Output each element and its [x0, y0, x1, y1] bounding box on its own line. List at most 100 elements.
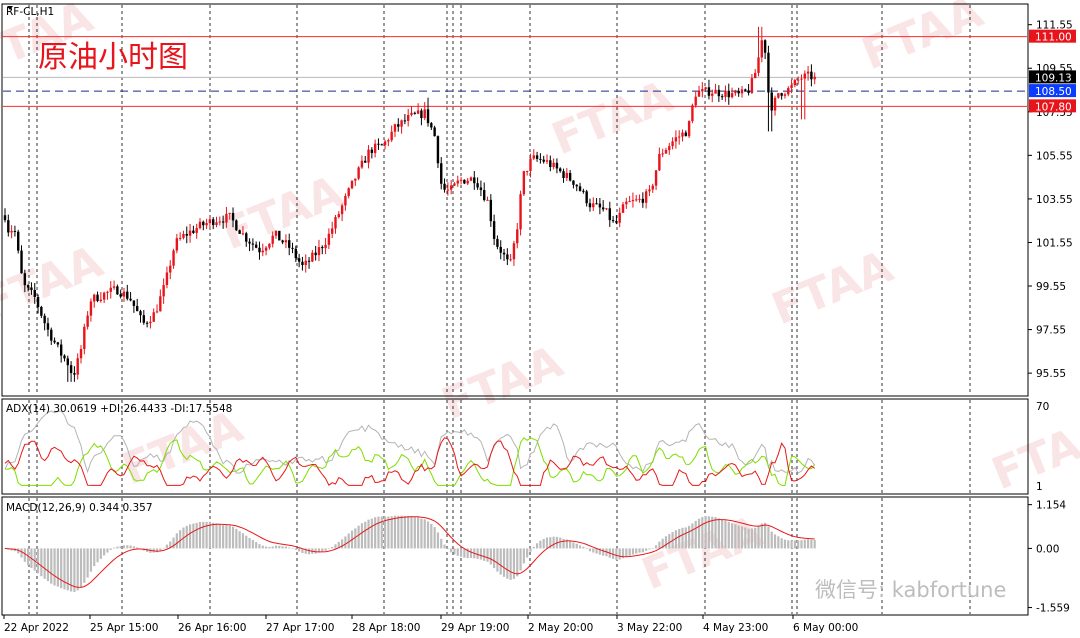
candle-bear — [294, 248, 298, 259]
macd-bar — [162, 547, 165, 549]
candle-bear — [314, 252, 317, 256]
macd-bar — [625, 548, 628, 557]
candle-bear — [142, 315, 146, 323]
macd-bar — [631, 548, 635, 555]
macd-tick-label: -1.559 — [1036, 603, 1070, 615]
macd-bar — [641, 548, 644, 553]
macd-bar — [344, 536, 347, 549]
candle-bear — [559, 168, 562, 172]
candle-bear — [727, 90, 730, 98]
candle-bull — [674, 137, 678, 142]
macd-bar — [499, 548, 502, 575]
price-chart[interactable]: FTAAFTAAFTAAFTAAFTAAFTAAFTAAFTAAFTAA FTAA… — [0, 0, 1080, 638]
macd-bar — [50, 548, 53, 584]
candle-bull — [406, 114, 410, 121]
candle-bear — [238, 230, 241, 234]
candle-bull — [701, 89, 704, 92]
candle-bear — [132, 300, 136, 306]
macd-bar — [165, 544, 169, 549]
candle-bull — [284, 240, 288, 243]
candle-bear — [3, 215, 7, 221]
candle-bull — [512, 243, 516, 260]
candle-bull — [387, 140, 390, 142]
symbol-label: RF-CL,H1 — [6, 6, 54, 18]
macd-bar — [562, 538, 565, 549]
candle-bear — [26, 285, 30, 288]
macd-bar — [340, 539, 344, 549]
candle-bear — [575, 184, 578, 187]
candle-bull — [687, 121, 691, 137]
candle-bear — [13, 230, 17, 232]
candle-bull — [760, 40, 764, 58]
macd-bar — [519, 548, 522, 571]
candle-bull — [416, 110, 420, 114]
candle-bull — [565, 172, 569, 178]
macd-bar — [202, 521, 205, 549]
candle-bull — [453, 183, 456, 186]
candle-bear — [549, 160, 552, 168]
candle-bull — [813, 76, 816, 80]
candle-bull — [668, 146, 671, 150]
candle-bear — [63, 355, 66, 359]
macd-bar — [522, 548, 525, 564]
macd-bar — [225, 525, 228, 549]
macd-bar — [407, 515, 410, 549]
macd-bar — [737, 525, 740, 549]
candle-bear — [251, 243, 255, 245]
candle-bear — [430, 123, 433, 128]
macd-bar — [496, 548, 499, 572]
macd-bar — [783, 539, 787, 549]
macd-bar — [582, 546, 585, 549]
macd-bar — [321, 548, 324, 552]
chart-title: 原油小时图 — [38, 40, 188, 75]
macd-bar — [760, 523, 763, 549]
candle-bull — [545, 160, 549, 162]
candle-bear — [377, 143, 380, 145]
macd-bar — [552, 536, 555, 549]
candle-bull — [631, 200, 635, 202]
candle-bull — [783, 94, 787, 96]
macd-bar — [806, 539, 810, 549]
macd-bar — [532, 546, 535, 549]
macd-bar — [235, 528, 238, 549]
candle-bull — [274, 230, 278, 236]
candle-bull — [178, 237, 182, 239]
macd-tick-label: 1.154 — [1036, 500, 1066, 512]
candle-bear — [248, 241, 251, 244]
candle-bear — [598, 203, 602, 208]
macd-bar — [119, 546, 122, 549]
candle-bull — [102, 292, 106, 300]
candle-bear — [192, 230, 195, 233]
macd-bar — [43, 548, 46, 579]
candle-bear — [539, 158, 542, 160]
candle-bull — [208, 219, 212, 224]
macd-bar — [747, 528, 750, 549]
macd-bar — [116, 546, 119, 549]
macd-bar — [215, 523, 218, 549]
candle-bull — [777, 93, 780, 98]
macd-bar — [222, 525, 225, 549]
candle-bull — [651, 185, 654, 190]
macd-bar — [773, 534, 777, 549]
macd-bar — [446, 548, 449, 550]
candle-bull — [800, 78, 803, 80]
candle-bear — [707, 87, 711, 96]
candle-bear — [301, 261, 304, 266]
macd-bar — [261, 545, 264, 549]
macd-bar — [615, 548, 618, 560]
macd-bar — [33, 548, 36, 571]
macd-bar — [284, 546, 288, 549]
candle-bull — [740, 89, 744, 94]
macd-bar — [813, 539, 816, 549]
macd-bar — [585, 548, 588, 550]
macd-bar — [678, 528, 681, 549]
macd-bar — [218, 524, 221, 549]
macd-bar — [668, 534, 671, 549]
candle-bull — [89, 301, 93, 316]
candle-bull — [790, 85, 793, 89]
candle-bull — [803, 73, 806, 79]
candle-bull — [529, 158, 532, 171]
candle-bull — [241, 233, 245, 235]
candle-bull — [648, 189, 651, 192]
macd-bar — [479, 548, 483, 560]
